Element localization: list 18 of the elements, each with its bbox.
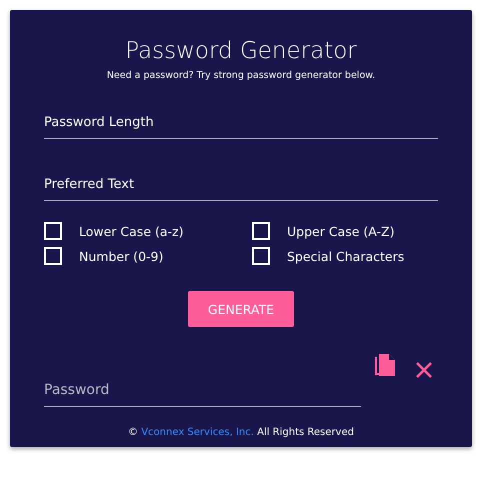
- input-field[interactable]: Preferred Text: [44, 177, 438, 201]
- copy-icon[interactable]: [373, 353, 397, 379]
- generate-button[interactable]: GENERATE: [188, 291, 294, 327]
- checkbox-label: Special Characters: [287, 248, 404, 264]
- page-title: Password Generator: [124, 37, 358, 66]
- checkbox-label: Number (0-9): [79, 248, 164, 264]
- checkbox[interactable]: [44, 222, 62, 240]
- close-icon[interactable]: [415, 361, 433, 379]
- password-field[interactable]: Password: [44, 383, 361, 407]
- checkbox[interactable]: [252, 247, 270, 265]
- subtitle: Need a password? Try strong password generator below.: [106, 70, 376, 81]
- checkbox-label: Lower Case (a-z): [79, 224, 184, 238]
- checkbox[interactable]: [252, 222, 270, 240]
- company-link[interactable]: Vconnex Services, Inc.: [141, 427, 254, 438]
- checkbox[interactable]: [44, 247, 62, 265]
- copyright-text: © Vconnex Services, Inc. All Rights Reserved: [127, 427, 355, 438]
- input-field[interactable]: Password Length: [44, 115, 438, 139]
- checkbox-label: Upper Case (A-Z): [287, 224, 394, 238]
